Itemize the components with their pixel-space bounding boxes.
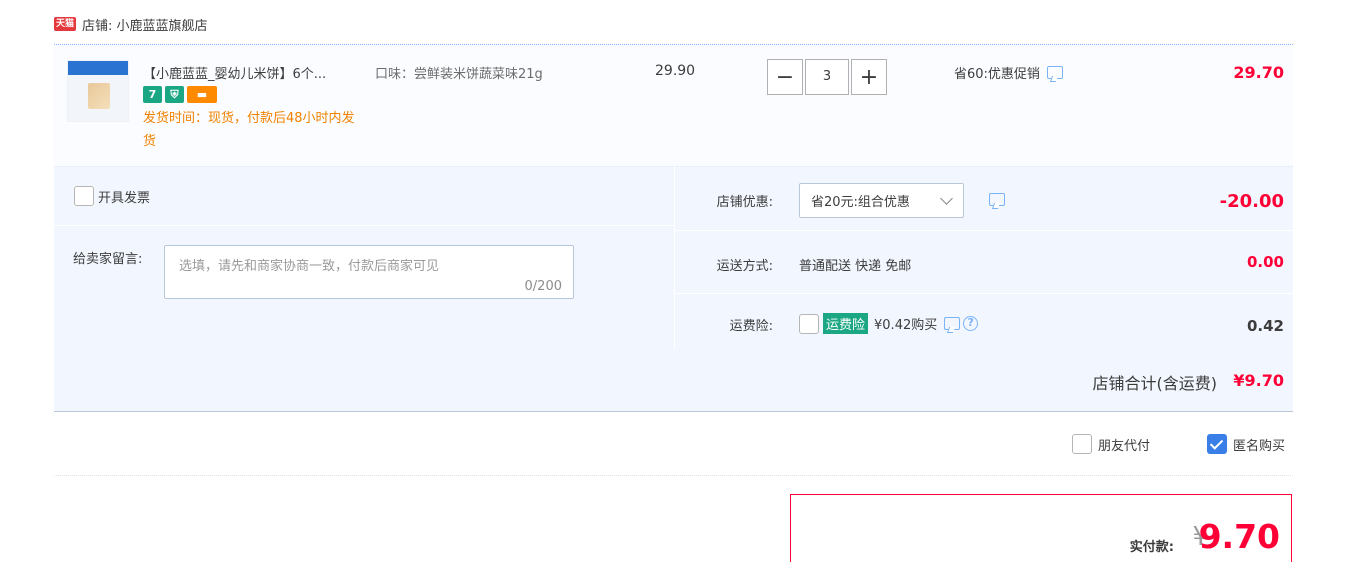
payment-options: 朋友代付 匿名购买 (54, 415, 1293, 476)
message-label: 给卖家留言: (73, 252, 143, 267)
shop-total-label: 店铺合计(含运费) (1092, 374, 1218, 393)
insurance-label: 运费险: (729, 319, 773, 334)
order-block: 【小鹿蓝蓝_婴幼儿米饼】6个... 7 ⛨ ▬ 发货时间：现货，付款后48小时内… (54, 44, 1293, 412)
help-icon[interactable]: ? (963, 316, 979, 331)
quantity-increase-button[interactable]: + (851, 59, 887, 95)
discount-select[interactable]: 省20元:组合优惠 (799, 183, 964, 218)
discount-amount: -20.00 (1219, 191, 1284, 212)
payment-label: 实付款: (1129, 540, 1174, 555)
order-details: 开具发票 给卖家留言: 选填，请先和商家协商一致，付款后商家可见 0/200 店… (54, 167, 1293, 412)
service-badges: 7 ⛨ ▬ (143, 86, 217, 103)
invoice-option[interactable]: 开具发票 (74, 186, 150, 206)
promotion-text: 省60:优惠促销 (954, 67, 1040, 82)
product-title-link[interactable]: 【小鹿蓝蓝_婴幼儿米饼】6个... (143, 63, 326, 82)
invoice-label: 开具发票 (98, 190, 151, 206)
guarantee-shield-icon[interactable]: ⛨ (165, 86, 184, 103)
ship-time-text: 发货时间：现货，付款后48小时内发货 (143, 111, 355, 149)
seller-message-textarea[interactable]: 选填，请先和商家协商一致，付款后商家可见 0/200 (164, 245, 574, 299)
payment-amount: 9.70 (1198, 517, 1280, 556)
credit-card-icon[interactable]: ▬ (187, 86, 217, 103)
friend-pay-checkbox[interactable] (1072, 434, 1092, 454)
friend-pay-option[interactable]: 朋友代付 (1072, 434, 1150, 454)
right-pane: 店铺优惠: 省20元:组合优惠 -20.00 运送方式: 普通配送 快递 免邮 … (675, 167, 1293, 349)
anonymous-label: 匿名购买 (1233, 438, 1286, 454)
quantity-input[interactable]: 3 (805, 59, 849, 95)
insurance-tag: 运费险 (823, 313, 869, 334)
discount-selected-value: 省20元:组合优惠 (811, 195, 910, 210)
discount-label: 店铺优惠: (716, 195, 773, 210)
character-counter: 0/200 (524, 279, 562, 294)
invoice-checkbox[interactable] (74, 186, 94, 206)
tmall-icon: 天猫 (54, 17, 76, 31)
chat-bubble-icon[interactable] (1046, 66, 1063, 79)
shop-total-value: ¥9.70 (1233, 371, 1284, 390)
insurance-amount: 0.42 (1246, 317, 1284, 335)
insurance-price: ¥0.42购买 (874, 318, 938, 333)
anonymous-option[interactable]: 匿名购买 (1207, 434, 1285, 454)
left-pane: 开具发票 给卖家留言: 选填，请先和商家协商一致，付款后商家可见 0/200 (54, 167, 674, 349)
quantity-decrease-button[interactable]: − (767, 59, 803, 95)
chevron-down-icon (940, 192, 953, 205)
quantity-stepper: − 3 + (767, 59, 887, 95)
seven-day-return-icon[interactable]: 7 (143, 86, 162, 103)
friend-pay-label: 朋友代付 (1098, 438, 1151, 454)
chat-bubble-icon[interactable] (944, 317, 961, 330)
message-placeholder: 选填，请先和商家协商一致，付款后商家可见 (179, 259, 440, 274)
chat-bubble-icon[interactable] (989, 193, 1005, 206)
shop-header: 天猫 店铺: 小鹿蓝蓝旗舰店 (54, 14, 208, 34)
insurance-checkbox[interactable] (799, 313, 819, 334)
cart-item-row: 【小鹿蓝蓝_婴幼儿米饼】6个... 7 ⛨ ▬ 发货时间：现货，付款后48小时内… (54, 45, 1293, 167)
shop-name-link[interactable]: 店铺: 小鹿蓝蓝旗舰店 (82, 15, 208, 34)
shipping-method: 普通配送 快递 免邮 (799, 259, 912, 274)
item-subtotal: 29.70 (1233, 63, 1284, 82)
shipping-amount: 0.00 (1246, 253, 1284, 271)
shipping-label: 运送方式: (716, 259, 773, 274)
sku-text: 口味：尝鲜装米饼蔬菜味21g (375, 67, 543, 82)
insurance-option: 运费险 ¥0.42购买 ? (799, 313, 979, 334)
shop-total-row: 店铺合计(含运费) ¥9.70 (54, 349, 1293, 412)
unit-price: 29.90 (655, 63, 696, 79)
promotion-info: 省60:优惠促销 (954, 63, 1063, 82)
payment-summary: 实付款: ¥ 9.70 (790, 494, 1292, 562)
product-thumbnail[interactable] (67, 60, 129, 122)
anonymous-checkbox[interactable] (1207, 434, 1227, 454)
